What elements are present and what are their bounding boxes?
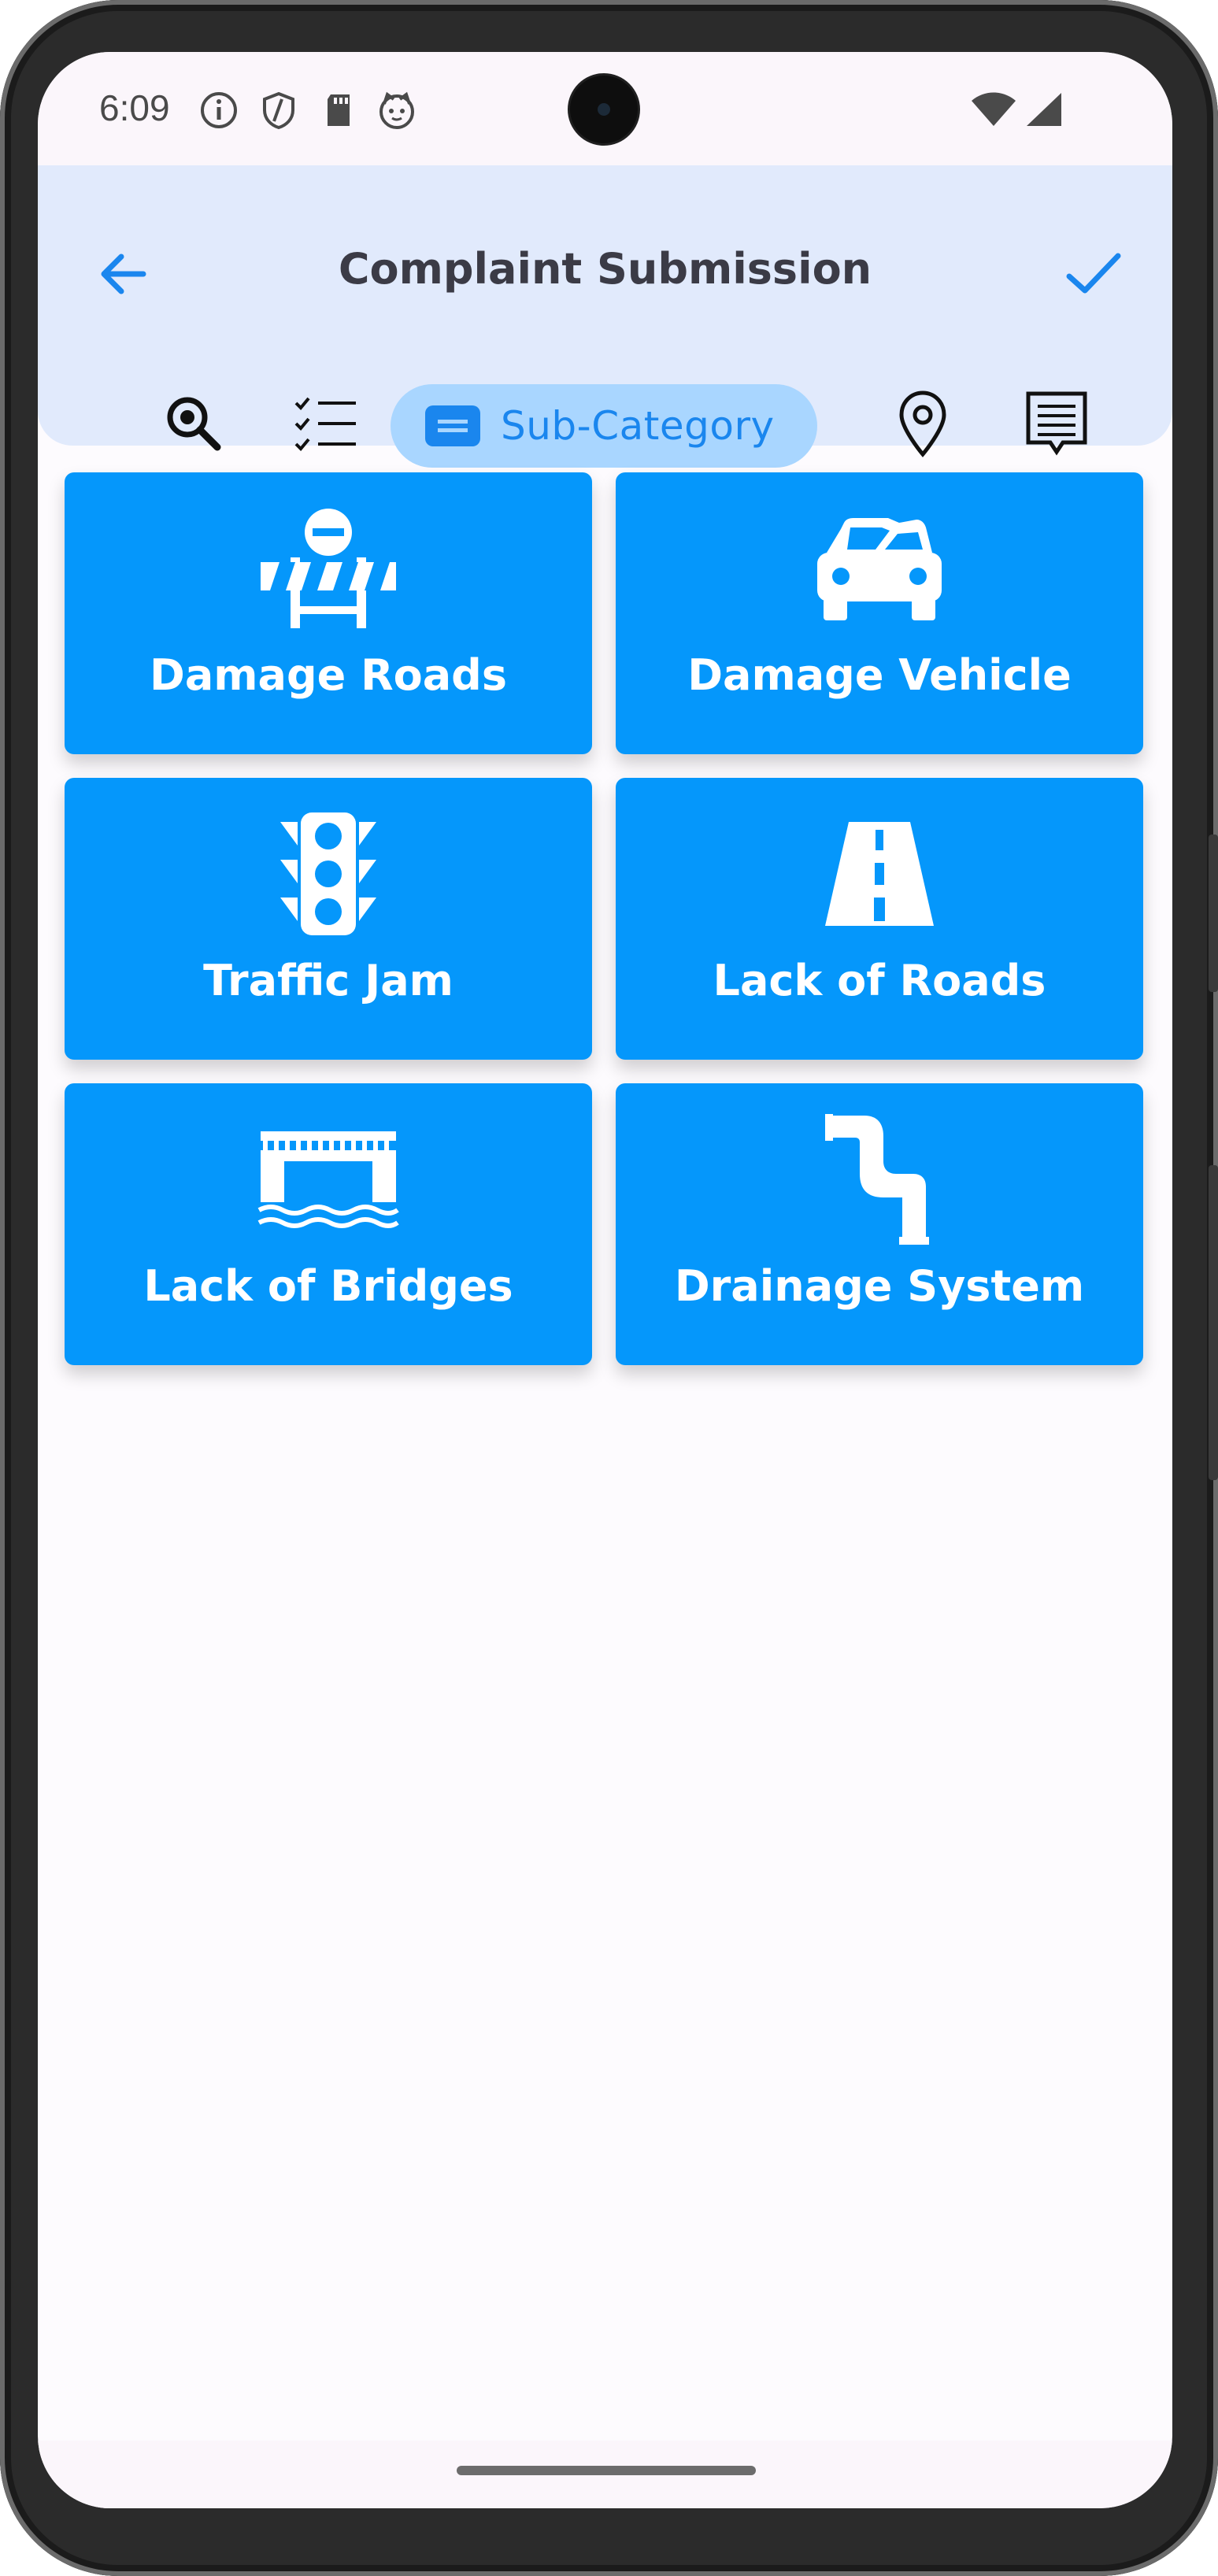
status-bar: 6:09 [38, 52, 1172, 165]
card-label: Damage Vehicle [687, 650, 1072, 700]
card-lack-of-roads[interactable]: Lack of Roads [616, 778, 1143, 1060]
search-zoom-icon [162, 392, 225, 458]
status-time: 6:09 [99, 87, 170, 128]
page-title: Complaint Submission [338, 244, 872, 294]
card-label: Damage Roads [150, 650, 507, 700]
card-label: Lack of Roads [713, 956, 1046, 1005]
front-camera [570, 76, 638, 143]
step-label: Sub-Category [501, 403, 775, 449]
power-button [1209, 1165, 1218, 1480]
step-sub-category-active[interactable]: Sub-Category [391, 384, 817, 468]
volume-button [1209, 835, 1218, 992]
checklist-icon [293, 392, 359, 458]
card-damage-vehicle[interactable]: Damage Vehicle [616, 472, 1143, 754]
card-drainage-system[interactable]: Drainage System [616, 1083, 1143, 1365]
bridge-icon [65, 1113, 592, 1245]
step-navigation: Sub-Category [38, 384, 1172, 471]
checkmark-icon [1063, 243, 1124, 308]
card-label: Traffic Jam [203, 956, 454, 1005]
card-label: Drainage System [674, 1261, 1085, 1311]
traffic-light-icon [65, 808, 592, 940]
step-summary[interactable] [1016, 384, 1098, 466]
road-icon [616, 808, 1143, 940]
home-indicator[interactable] [457, 2466, 756, 2475]
step-category[interactable] [285, 384, 367, 466]
step-search[interactable] [153, 384, 235, 466]
card-damage-roads[interactable]: Damage Roads [65, 472, 592, 754]
pipe-icon [616, 1113, 1143, 1245]
location-pin-icon [897, 390, 949, 461]
sd-card-icon [318, 90, 359, 131]
card-label: Lack of Bridges [143, 1261, 513, 1311]
card-lack-of-bridges[interactable]: Lack of Bridges [65, 1083, 592, 1365]
screen: 6:09 Complaint Submission Sub-Category D… [38, 52, 1172, 2508]
road-barrier-icon [65, 502, 592, 635]
info-icon [198, 90, 239, 131]
cat-face-icon [376, 90, 417, 131]
crashed-car-icon [616, 502, 1143, 635]
card-traffic-jam[interactable]: Traffic Jam [65, 778, 592, 1060]
receipt-list-icon [1025, 390, 1088, 460]
step-location[interactable] [882, 384, 964, 466]
cellular-signal-icon [1022, 90, 1066, 131]
wifi-icon [970, 90, 1017, 131]
confirm-button[interactable] [1056, 238, 1131, 313]
phone-frame: 6:09 Complaint Submission Sub-Category D… [0, 0, 1218, 2576]
shield-icon [258, 90, 299, 131]
ticket-card-icon [424, 397, 482, 455]
